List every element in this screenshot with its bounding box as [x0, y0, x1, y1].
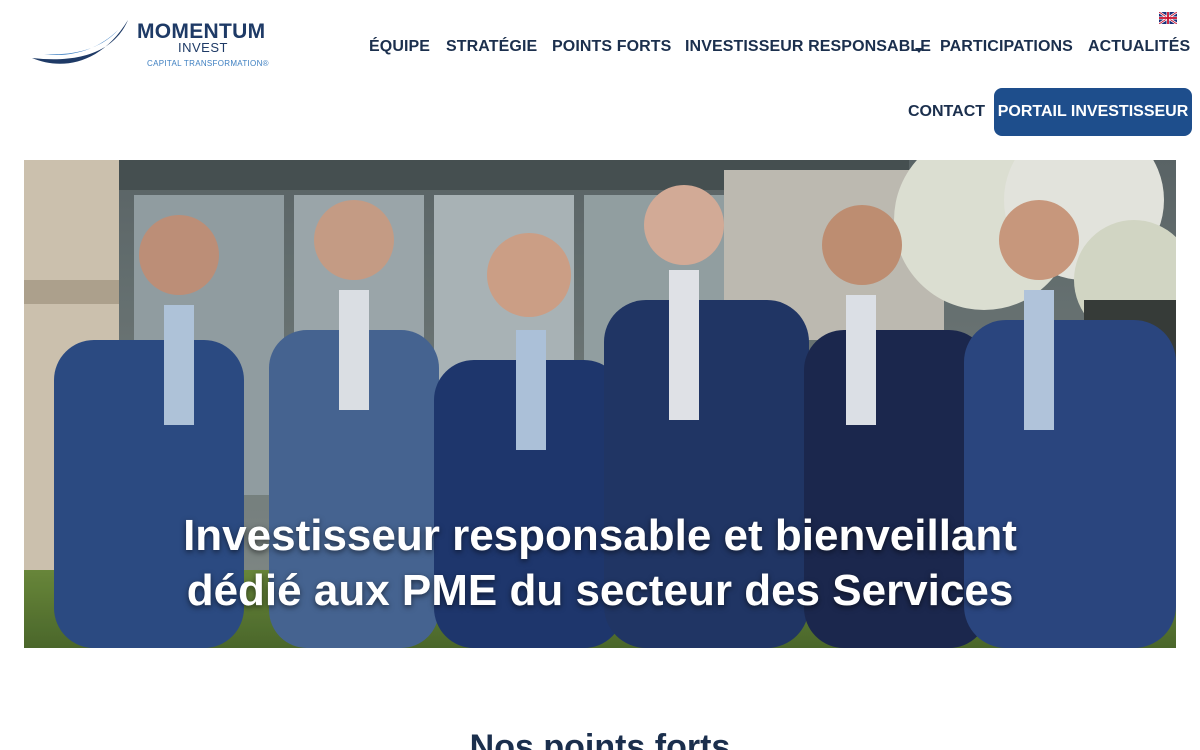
investor-portal-button[interactable]: PORTAIL INVESTISSEUR	[994, 88, 1192, 136]
site-header: MOMENTUM INVEST CAPITAL TRANSFORMATION® …	[0, 0, 1200, 150]
chevron-down-icon[interactable]	[915, 48, 923, 53]
hero-title-line-2: dédié aux PME du secteur des Services	[186, 566, 1014, 615]
hero-title: Investisseur responsable et bienveillant…	[24, 508, 1176, 618]
main-nav: ÉQUIPE STRATÉGIE POINTS FORTS INVESTISSE…	[0, 38, 1200, 58]
section-heading-points-forts: Nos points forts	[469, 728, 731, 750]
nav-item-points-forts[interactable]: POINTS FORTS	[552, 38, 671, 56]
hero-banner: Investisseur responsable et bienveillant…	[24, 160, 1176, 648]
nav-item-participations[interactable]: PARTICIPATIONS	[940, 38, 1073, 56]
nav-item-investisseur-responsable[interactable]: INVESTISSEUR RESPONSABLE	[685, 38, 931, 56]
uk-flag-icon[interactable]	[1158, 11, 1178, 25]
nav-item-equipe[interactable]: ÉQUIPE	[369, 38, 430, 56]
logo-tagline: CAPITAL TRANSFORMATION®	[147, 59, 269, 68]
nav-item-strategie[interactable]: STRATÉGIE	[446, 38, 537, 56]
nav-item-actualites[interactable]: ACTUALITÉS	[1088, 38, 1190, 56]
hero-title-line-1: Investisseur responsable et bienveillant	[183, 511, 1017, 560]
nav-item-contact[interactable]: CONTACT	[908, 103, 985, 121]
